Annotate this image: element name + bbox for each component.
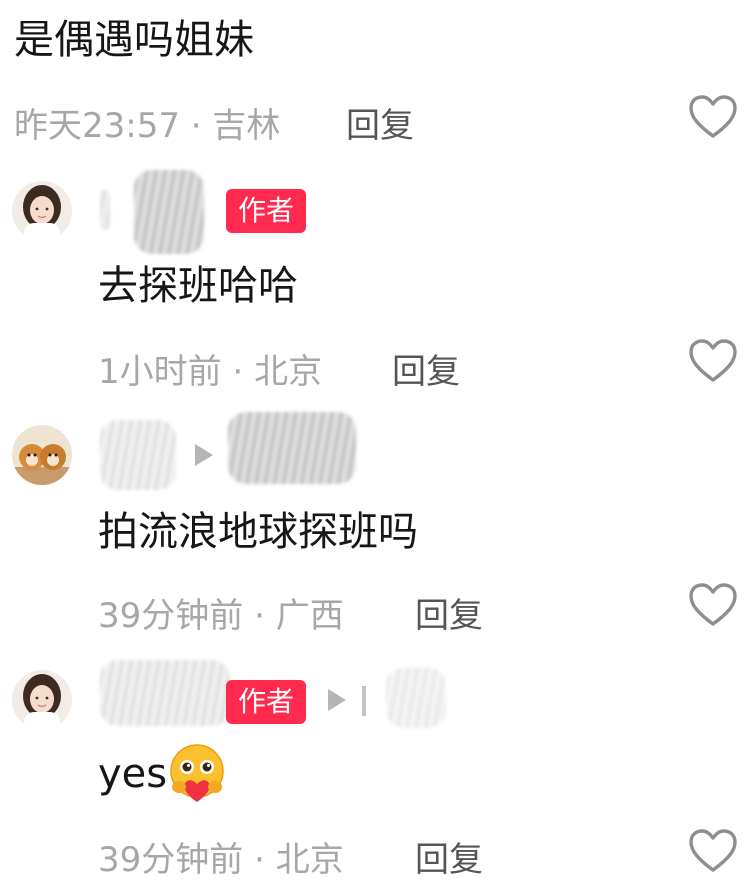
blurred-username (134, 170, 204, 254)
comment-location: 北京 (275, 840, 344, 880)
blurred-username (100, 420, 176, 490)
meta-separator: · (254, 840, 265, 880)
like-heart-icon[interactable] (688, 828, 738, 874)
reply-button[interactable]: 回复 (346, 98, 414, 147)
comment-meta: 39分钟前 · 北京 (98, 832, 344, 881)
author-badge: 作者 (226, 189, 307, 233)
like-heart-icon[interactable] (688, 582, 738, 628)
author-badge: 作者 (226, 680, 307, 724)
reply-button[interactable]: 回复 (415, 588, 483, 637)
blurred-username (100, 660, 230, 726)
like-heart-icon[interactable] (688, 338, 738, 384)
divider (362, 686, 366, 716)
comment-location: 广西 (275, 596, 344, 636)
comment-location: 北京 (254, 352, 323, 392)
comment-time: 1小时前 (98, 352, 222, 392)
like-heart-icon[interactable] (688, 94, 738, 140)
avatar[interactable] (12, 425, 72, 485)
comment-time: 39分钟前 (98, 840, 244, 880)
play-arrow-icon (328, 689, 346, 711)
comment-text: 是偶遇吗姐妹 (14, 17, 254, 63)
reply-button[interactable]: 回复 (392, 344, 460, 393)
avatar[interactable] (12, 670, 72, 730)
comment-location: 吉林 (212, 106, 281, 146)
meta-separator: · (254, 596, 265, 636)
blurred-username (100, 190, 110, 230)
comment-meta: 昨天23:57 · 吉林 (14, 98, 280, 147)
meta-separator: · (232, 352, 244, 392)
hugging-face-emoji (164, 741, 230, 807)
meta-separator: · (190, 106, 202, 146)
play-arrow-icon (195, 444, 213, 466)
blurred-username (228, 412, 356, 484)
comment-meta: 1小时前 · 北京 (98, 344, 322, 393)
avatar[interactable] (12, 181, 72, 241)
comment-meta: 39分钟前 · 广西 (98, 588, 344, 637)
comment-text: yes (98, 751, 168, 797)
comment-time: 39分钟前 (98, 596, 244, 636)
blurred-username (386, 668, 446, 728)
reply-button[interactable]: 回复 (415, 832, 483, 881)
comment-time: 昨天23:57 (14, 106, 180, 146)
comment-text: 拍流浪地球探班吗 (98, 509, 418, 555)
comment-text: 去探班哈哈 (98, 263, 298, 309)
